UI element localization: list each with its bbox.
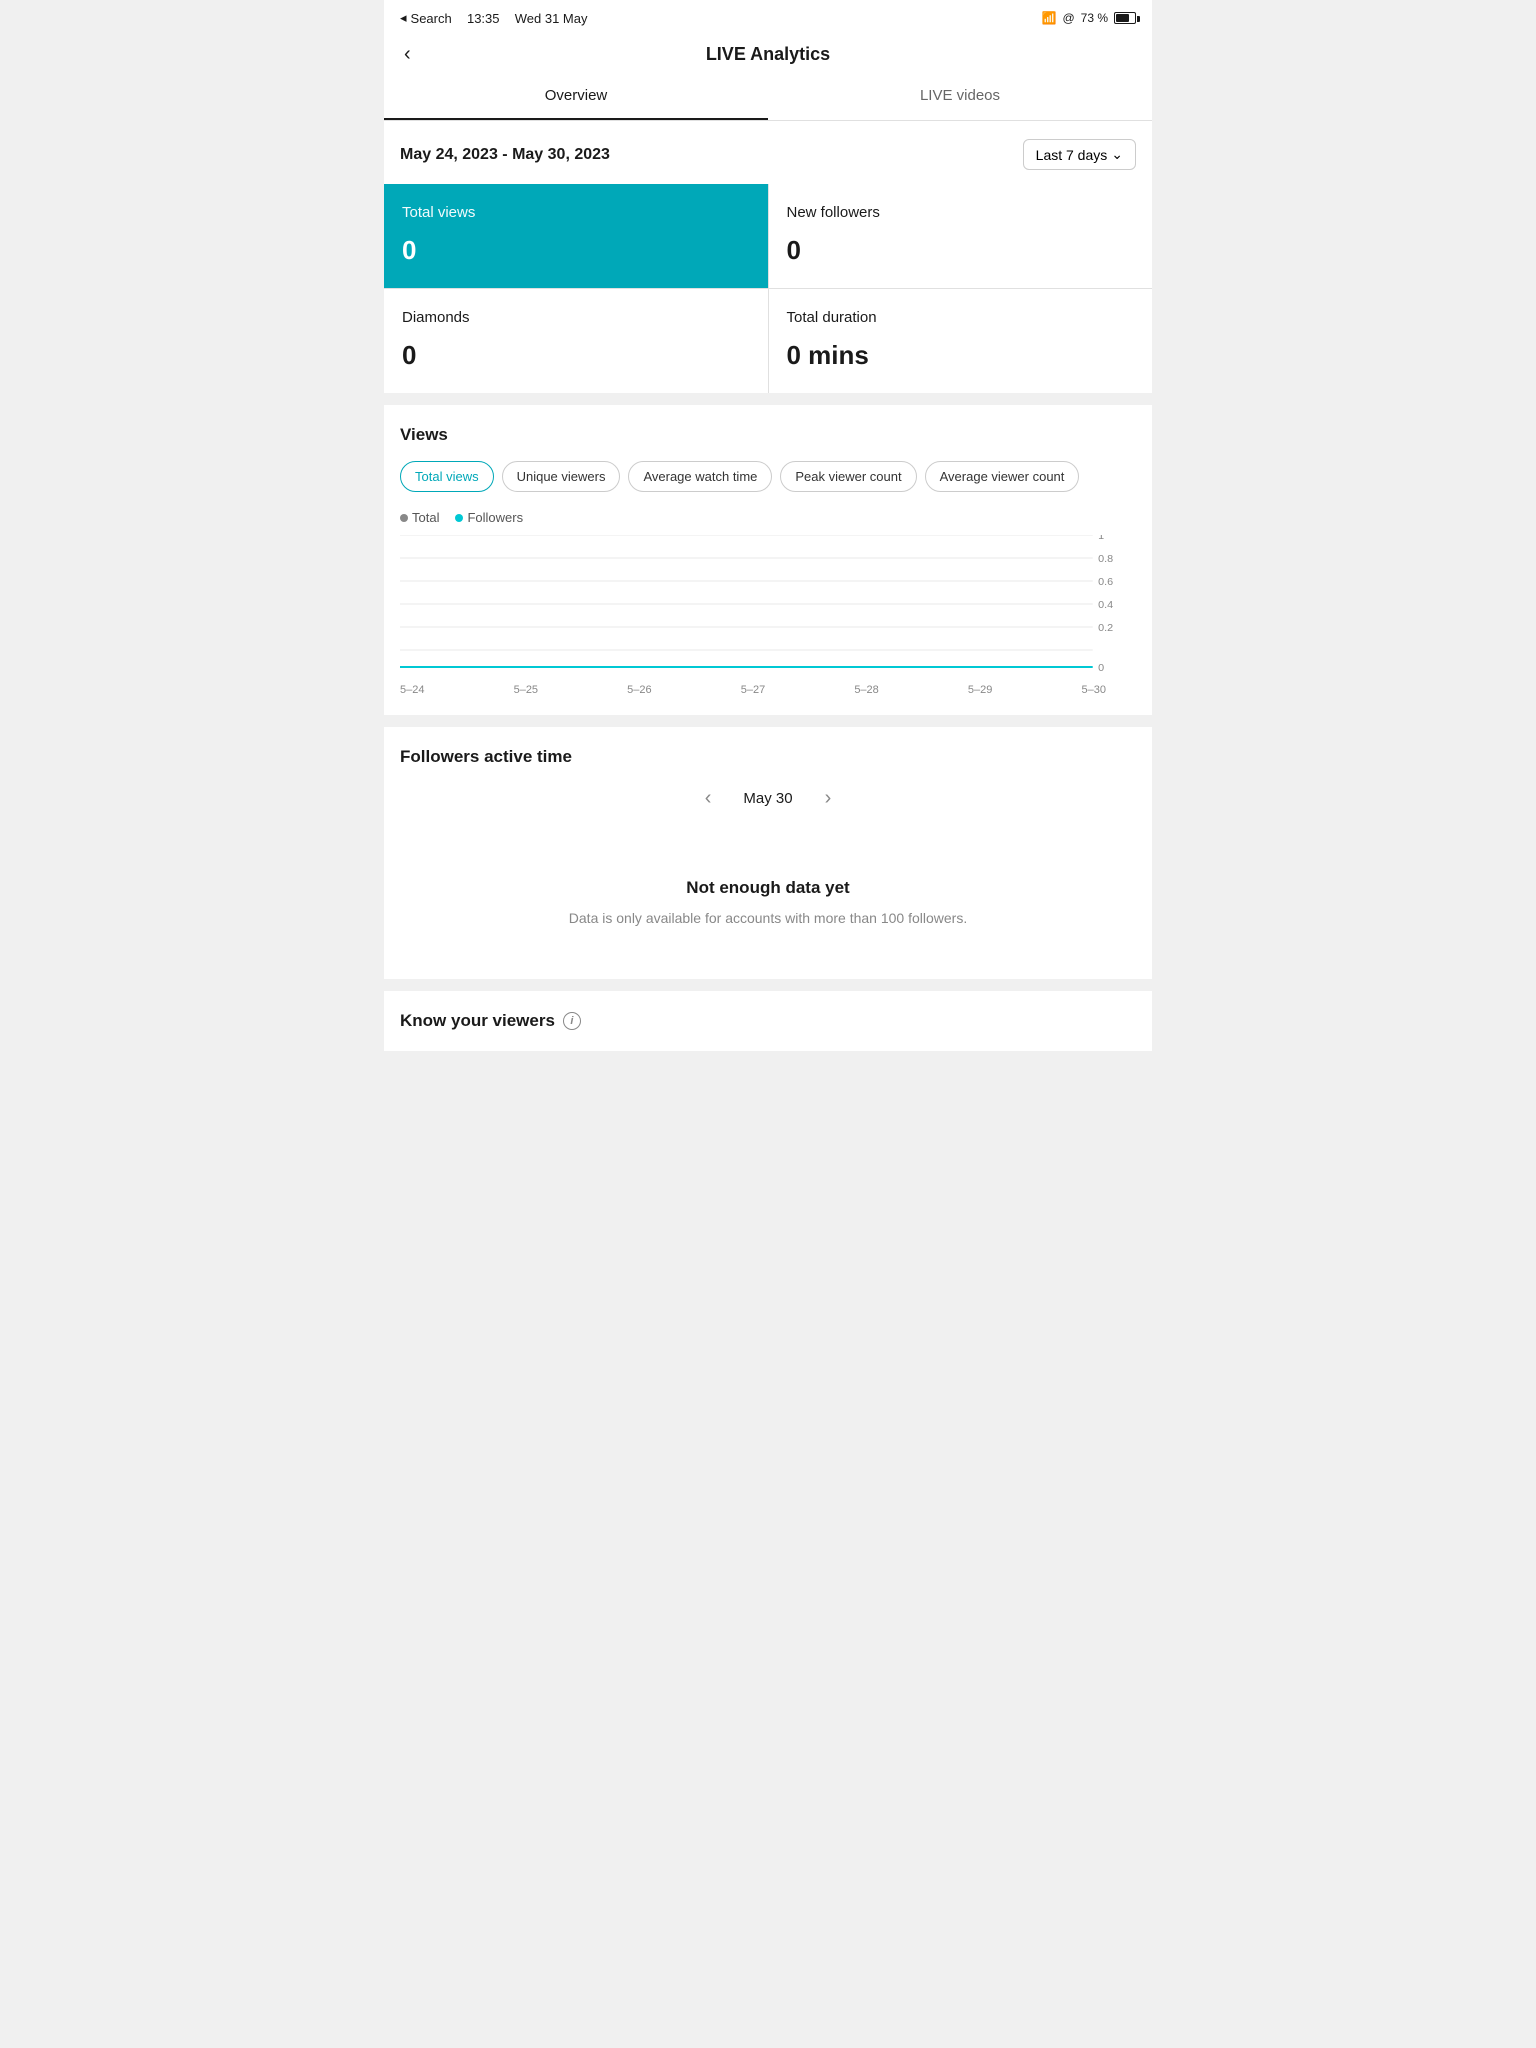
stats-grid: Total views 0 New followers 0 Diamonds 0…	[384, 184, 1152, 393]
stat-value-new-followers: 0	[787, 235, 1135, 266]
stat-label-total-duration: Total duration	[787, 309, 1135, 326]
location-icon: @	[1062, 11, 1074, 25]
svg-text:0.4: 0.4	[1098, 600, 1113, 611]
status-search: Search	[411, 11, 452, 26]
legend-dot-total	[400, 514, 408, 522]
status-bar: ◂ Search 13:35 Wed 31 May 📶 @ 73 %	[384, 0, 1152, 32]
battery-icon	[1114, 12, 1136, 24]
svg-text:1: 1	[1098, 535, 1104, 542]
date-nav-prev[interactable]: ‹	[697, 783, 720, 814]
back-button[interactable]: ‹	[400, 39, 415, 70]
legend-total: Total	[400, 510, 439, 525]
pill-avg-viewer-count[interactable]: Average viewer count	[925, 461, 1080, 492]
stat-card-new-followers: New followers 0	[769, 184, 1153, 288]
svg-text:0.6: 0.6	[1098, 577, 1113, 588]
wifi-icon: 📶	[1042, 11, 1057, 25]
views-section: Views Total views Unique viewers Average…	[384, 405, 1152, 715]
stat-card-diamonds: Diamonds 0	[384, 289, 768, 393]
back-indicator: ◂	[400, 10, 407, 26]
tab-bar: Overview LIVE videos	[384, 73, 1152, 121]
stat-label-total-views: Total views	[402, 204, 750, 221]
svg-text:0: 0	[1098, 663, 1104, 674]
svg-text:0.8: 0.8	[1098, 554, 1113, 565]
stat-value-total-views: 0	[402, 235, 750, 266]
date-nav: ‹ May 30 ›	[400, 783, 1136, 814]
pill-unique-viewers[interactable]: Unique viewers	[502, 461, 621, 492]
status-date: Wed 31 May	[515, 11, 588, 26]
filter-pills: Total views Unique viewers Average watch…	[400, 461, 1136, 492]
chart-container: 1 0.8 0.6 0.4 0.2 0 5–24 5–25 5–26 5–27 …	[400, 535, 1136, 695]
x-label-525: 5–25	[514, 684, 538, 696]
x-label-527: 5–27	[741, 684, 765, 696]
date-range-row: May 24, 2023 - May 30, 2023 Last 7 days …	[384, 121, 1152, 184]
nav-date-label: May 30	[743, 790, 792, 807]
know-viewers-title: Know your viewers i	[400, 1011, 1136, 1031]
views-section-title: Views	[400, 425, 1136, 445]
stat-value-diamonds: 0	[402, 340, 750, 371]
no-data-title: Not enough data yet	[420, 878, 1116, 898]
stat-label-diamonds: Diamonds	[402, 309, 750, 326]
tab-live-videos[interactable]: LIVE videos	[768, 73, 1152, 120]
x-label-524: 5–24	[400, 684, 424, 696]
no-data-subtitle: Data is only available for accounts with…	[420, 908, 1116, 929]
status-right: 📶 @ 73 %	[1042, 11, 1137, 25]
x-label-530: 5–30	[1081, 684, 1105, 696]
pill-total-views[interactable]: Total views	[400, 461, 494, 492]
svg-text:0.2: 0.2	[1098, 623, 1113, 634]
x-label-529: 5–29	[968, 684, 992, 696]
stat-card-total-duration: Total duration 0 mins	[769, 289, 1153, 393]
stat-label-new-followers: New followers	[787, 204, 1135, 221]
know-viewers-section: Know your viewers i	[384, 991, 1152, 1051]
battery-percent: 73 %	[1081, 11, 1108, 25]
status-left: ◂ Search 13:35 Wed 31 May	[400, 10, 588, 26]
date-nav-next[interactable]: ›	[817, 783, 840, 814]
stat-value-total-duration: 0 mins	[787, 340, 1135, 371]
chart-legend: Total Followers	[400, 510, 1136, 525]
info-icon[interactable]: i	[563, 1012, 581, 1030]
legend-followers: Followers	[455, 510, 523, 525]
legend-dot-followers	[455, 514, 463, 522]
tab-overview[interactable]: Overview	[384, 73, 768, 120]
chart-svg: 1 0.8 0.6 0.4 0.2 0	[400, 535, 1136, 675]
pill-peak-viewer-count[interactable]: Peak viewer count	[780, 461, 916, 492]
stat-card-total-views: Total views 0	[384, 184, 768, 288]
no-data-area: Not enough data yet Data is only availab…	[400, 838, 1136, 959]
x-label-528: 5–28	[854, 684, 878, 696]
followers-active-time-section: Followers active time ‹ May 30 › Not eno…	[384, 727, 1152, 979]
app-header: ‹ LIVE Analytics	[384, 32, 1152, 73]
x-axis-labels: 5–24 5–25 5–26 5–27 5–28 5–29 5–30	[400, 680, 1136, 696]
x-label-526: 5–26	[627, 684, 651, 696]
date-range-text: May 24, 2023 - May 30, 2023	[400, 146, 610, 164]
chevron-down-icon: ⌄	[1111, 146, 1123, 163]
pill-avg-watch-time[interactable]: Average watch time	[628, 461, 772, 492]
page-title: LIVE Analytics	[706, 44, 830, 65]
followers-active-time-title: Followers active time	[400, 747, 1136, 767]
date-filter-button[interactable]: Last 7 days ⌄	[1023, 139, 1136, 170]
status-time: 13:35	[467, 11, 500, 26]
